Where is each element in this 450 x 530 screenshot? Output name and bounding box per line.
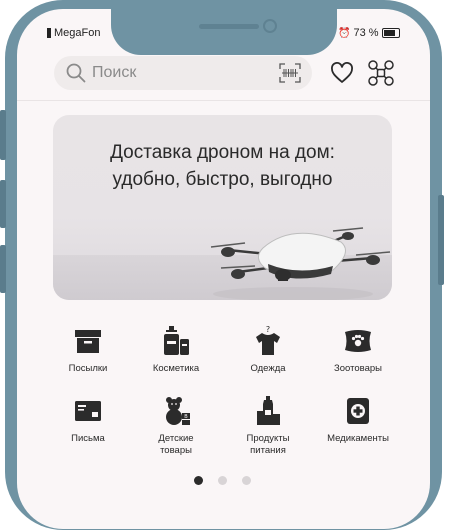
phone-notch (111, 9, 337, 55)
carrier-name: MegaFon (54, 27, 101, 39)
category-label: Косметика (152, 363, 200, 374)
category-letters[interactable]: Письма (40, 395, 136, 445)
category-groceries[interactable]: Продукты питания (220, 395, 316, 457)
alarm-icon: ⏰ (338, 27, 351, 39)
category-label-line1: Продукты (246, 433, 290, 444)
letter-icon (75, 401, 101, 421)
signal-icon (47, 28, 51, 38)
category-label-line2: товары (160, 445, 192, 456)
promo-banner[interactable]: Доставка дроном на дом: удобно, быстро, … (53, 115, 392, 300)
category-label: Продукты питания (220, 433, 316, 457)
battery-percent: 73 % (353, 27, 379, 39)
search-placeholder: Поиск (92, 64, 137, 81)
search-icon (66, 63, 86, 83)
page-dot-2[interactable] (218, 476, 227, 485)
barcode-scanner-icon[interactable] (279, 63, 301, 83)
first-aid-icon (347, 398, 369, 424)
search-input[interactable]: Поиск (54, 56, 312, 90)
teddy-bear-icon: B (166, 397, 190, 425)
svg-text:B: B (184, 414, 188, 420)
phone-side-button-left-3 (0, 245, 6, 293)
battery-icon (381, 28, 400, 38)
status-carrier: MegaFon (47, 27, 100, 39)
category-grid: Посылки Косметика ? Одежда Зоотовары Пис… (40, 320, 410, 470)
page-dot-1[interactable] (194, 476, 203, 485)
banner-title-line1: Доставка дроном на дом: (110, 142, 335, 163)
box-icon (75, 330, 101, 353)
category-label: Зоотовары (334, 363, 382, 374)
category-kids-goods[interactable]: B Детские товары (128, 395, 224, 457)
drone-image (210, 227, 391, 300)
category-pet-supplies[interactable]: Зоотовары (310, 325, 406, 375)
category-clothing[interactable]: ? Одежда (220, 325, 316, 375)
category-label-line1: Детские (158, 433, 194, 444)
tshirt-icon: ? (256, 325, 280, 355)
page-dot-3[interactable] (242, 476, 251, 485)
banner-title-line2: удобно, быстро, выгодно (112, 169, 333, 190)
category-label: Письма (71, 433, 105, 444)
front-camera (263, 19, 277, 33)
category-label-line2: питания (250, 445, 286, 456)
speaker-grille (199, 24, 259, 29)
category-label: Одежда (250, 363, 286, 374)
category-label: Медикаменты (327, 433, 389, 444)
category-medicine[interactable]: Медикаменты (310, 395, 406, 445)
category-label: Детские товары (128, 433, 224, 457)
groceries-icon (257, 396, 280, 425)
svg-text:?: ? (266, 325, 270, 334)
category-parcels[interactable]: Посылки (40, 325, 136, 375)
phone-side-button-right (438, 195, 444, 285)
phone-side-button-left-2 (0, 180, 6, 228)
category-label: Посылки (68, 363, 108, 374)
cosmetics-icon (164, 326, 189, 355)
phone-side-button-left-1 (0, 110, 6, 160)
category-cosmetics[interactable]: Косметика (128, 325, 224, 375)
favorites-heart-icon[interactable] (330, 62, 354, 84)
status-battery: ⏰ 73 % (338, 27, 400, 39)
pagination-dots (194, 476, 251, 485)
pet-bed-icon (345, 330, 371, 352)
header-divider (17, 100, 430, 101)
banner-title: Доставка дроном на дом: удобно, быстро, … (53, 139, 392, 193)
drone-icon[interactable] (367, 59, 395, 87)
